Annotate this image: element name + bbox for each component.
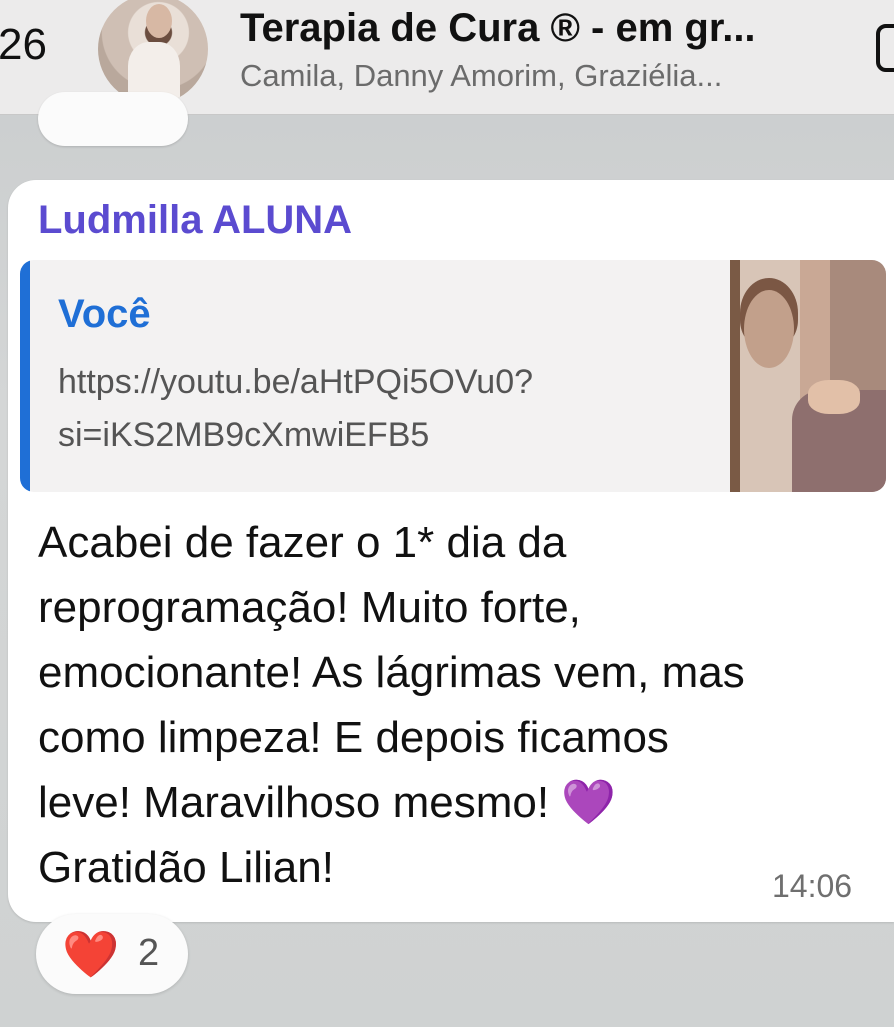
quote-thumbnail <box>730 260 886 492</box>
previous-reaction-pill[interactable] <box>38 92 188 146</box>
message-time: 14:06 <box>772 868 853 904</box>
purple-heart-icon: 💜 <box>561 778 617 827</box>
message-line: como limpeza! E depois ficamos <box>38 713 669 762</box>
chat-title[interactable]: Terapia de Cura ® - em gr... <box>240 6 756 51</box>
message-line-text: leve! Maravilhoso mesmo! <box>38 778 550 827</box>
message-line: emocionante! As lágrimas vem, mas <box>38 648 745 697</box>
sender-name[interactable]: Ludmilla ALUNA <box>38 198 352 243</box>
group-avatar[interactable] <box>98 0 208 104</box>
quote-link-text: https://youtu.be/aHtPQi5OVu0?si=iKS2MB9c… <box>58 363 534 454</box>
message-bubble[interactable]: Ludmilla ALUNA Você https://youtu.be/aHt… <box>8 180 894 922</box>
quoted-message[interactable]: Você https://youtu.be/aHtPQi5OVu0?si=iKS… <box>20 260 886 492</box>
reaction-pill[interactable]: ❤️ 2 <box>36 914 188 994</box>
quote-accent-bar <box>20 260 30 492</box>
message-line: Acabei de fazer o 1* dia da <box>38 518 567 567</box>
heart-icon: ❤️ <box>62 928 120 980</box>
quote-author: Você <box>58 292 151 336</box>
message-line: Gratidão Lilian! <box>38 843 334 892</box>
call-icon[interactable] <box>876 24 894 72</box>
reaction-count: 2 <box>138 932 160 974</box>
unread-back-count[interactable]: 26 <box>0 20 47 70</box>
message-text: Acabei de fazer o 1* dia da reprogramaçã… <box>38 510 868 900</box>
message-line: reprogramação! Muito forte, <box>38 583 581 632</box>
message-line: leve! Maravilhoso mesmo! 💜 <box>38 770 868 835</box>
chat-members[interactable]: Camila, Danny Amorim, Graziélia... <box>240 58 722 94</box>
